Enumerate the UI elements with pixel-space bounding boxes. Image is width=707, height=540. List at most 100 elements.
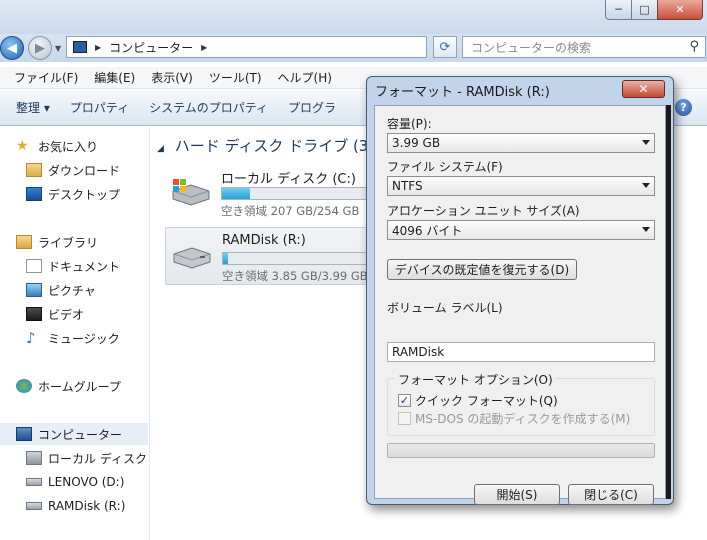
breadcrumb-chevron-icon[interactable]: ▶ — [95, 43, 101, 52]
sidebar-item-libraries[interactable]: ライブラリ — [16, 231, 98, 253]
drive-usage-fill — [222, 188, 251, 199]
desktop-icon — [26, 187, 42, 201]
drive-item-c[interactable]: ローカル ディスク (C:) 空き領域 207 GB/254 GB — [165, 163, 375, 221]
sidebar-item-desktop[interactable]: デスクトップ — [26, 183, 120, 205]
start-button[interactable]: 開始(S) — [474, 484, 560, 505]
sidebar-item-computer[interactable]: コンピューター — [0, 423, 148, 445]
explorer-window: ─ □ ✕ ◀ ▶ ▼ ▶ コンピューター ▶ ▼ ⟳ コンピューターの検索 ⚲… — [0, 0, 707, 540]
sidebar-item-label: ダウンロード — [48, 163, 121, 178]
menu-file[interactable]: ファイル(F) — [6, 69, 86, 86]
quick-format-checkbox[interactable]: ✓ クイック フォーマット(Q) — [398, 392, 558, 409]
checkmark-icon: ✓ — [398, 394, 411, 407]
minimize-button[interactable]: ─ — [605, 0, 632, 20]
windows-drive-icon — [26, 451, 42, 465]
sidebar-item-downloads[interactable]: ダウンロード — [26, 159, 120, 181]
menu-help[interactable]: ヘルプ(H) — [270, 69, 340, 86]
drive-icon — [173, 247, 211, 269]
sidebar-item-label: ライブラリ — [38, 235, 99, 250]
sidebar-item-homegroup[interactable]: ホームグループ — [16, 375, 121, 397]
sidebar-item-lenovo[interactable]: LENOVO (D:) — [26, 471, 124, 493]
sidebar-item-label: LENOVO (D:) — [48, 475, 125, 489]
dropdown-arrow-icon — [642, 183, 650, 188]
sidebar-item-label: ドキュメント — [48, 259, 121, 274]
menu-edit[interactable]: 編集(E) — [86, 69, 143, 86]
allocation-size-select[interactable]: 4096 バイト — [387, 220, 655, 240]
help-icon[interactable]: ? — [675, 99, 692, 116]
sidebar-item-label: ビデオ — [48, 307, 85, 322]
file-system-label: ファイル システム(F) — [387, 160, 503, 174]
menu-view[interactable]: 表示(V) — [143, 69, 201, 86]
volume-label-label: ボリューム ラベル(L) — [387, 301, 503, 315]
volume-label-input[interactable]: RAMDisk — [387, 342, 655, 362]
star-icon: ★ — [16, 138, 29, 154]
menu-tools[interactable]: ツール(T) — [201, 69, 270, 86]
recent-pages-dropdown-icon[interactable]: ▼ — [55, 44, 61, 53]
forward-arrow-icon[interactable]: ▶ — [28, 36, 52, 60]
restore-defaults-button[interactable]: デバイスの既定値を復元する(D) — [387, 259, 577, 280]
group-header-label: ハード ディスク ドライブ (3 — [174, 137, 369, 155]
sidebar-item-music[interactable]: ♪ ミュージック — [26, 327, 120, 349]
dialog-close-button[interactable]: ✕ — [622, 80, 665, 98]
sidebar-item-favorites[interactable]: ★ お気に入り — [16, 135, 98, 157]
sidebar-item-documents[interactable]: ドキュメント — [26, 255, 120, 277]
drive-icon — [26, 478, 42, 486]
sidebar-item-ramdisk[interactable]: RAMDisk (R:) — [26, 495, 125, 517]
collapse-chevron-icon[interactable]: ◢ — [157, 144, 164, 154]
drive-item-r[interactable]: RAMDisk (R:) 空き領域 3.85 GB/3.99 GB — [165, 227, 375, 285]
drive-name: ローカル ディスク (C:) — [221, 172, 356, 187]
sidebar-item-label: ピクチャ — [48, 283, 96, 298]
video-icon — [26, 307, 42, 321]
quick-format-label: クイック フォーマット(Q) — [415, 394, 558, 408]
breadcrumb-computer[interactable]: コンピューター — [109, 39, 193, 56]
capacity-select[interactable]: 3.99 GB — [387, 133, 655, 153]
library-icon — [16, 235, 32, 249]
drive-free-space: 空き領域 207 GB/254 GB — [221, 204, 360, 218]
homegroup-icon — [16, 379, 32, 393]
programs-button[interactable]: プログラ — [278, 99, 346, 116]
drive-name: RAMDisk (R:) — [222, 233, 306, 248]
computer-icon — [16, 427, 32, 441]
sidebar-item-videos[interactable]: ビデオ — [26, 303, 84, 325]
document-icon — [26, 259, 42, 273]
close-button[interactable]: 閉じる(C) — [568, 484, 654, 505]
capacity-value: 3.99 GB — [392, 136, 441, 150]
sidebar-item-label: コンピューター — [38, 427, 123, 442]
sidebar-item-pictures[interactable]: ピクチャ — [26, 279, 96, 301]
group-header[interactable]: ◢ ハード ディスク ドライブ (3 — [157, 135, 368, 156]
maximize-button[interactable]: □ — [631, 0, 658, 20]
sidebar-item-label: ローカル ディスク — [48, 451, 147, 466]
drive-icon — [26, 502, 42, 510]
drive-free-space: 空き領域 3.85 GB/3.99 GB — [222, 269, 368, 283]
properties-button[interactable]: プロパティ — [60, 99, 139, 116]
breadcrumb-chevron-icon[interactable]: ▶ — [201, 43, 207, 52]
file-system-select[interactable]: NTFS — [387, 176, 655, 196]
sidebar-item-label: RAMDisk (R:) — [48, 499, 126, 513]
navigation-pane: ★ お気に入り ダウンロード デスクトップ ライブラリ ドキュメント ピクチャ … — [0, 127, 150, 540]
sidebar-item-label: お気に入り — [38, 139, 99, 154]
capacity-label: 容量(P): — [387, 117, 432, 131]
sidebar-item-local-disk[interactable]: ローカル ディスク — [26, 447, 147, 469]
file-system-value: NTFS — [392, 179, 423, 193]
address-bar[interactable]: ▶ コンピューター ▶ ▼ — [66, 36, 483, 58]
search-placeholder: コンピューターの検索 — [471, 40, 592, 55]
organize-button[interactable]: 整理 ▾ — [6, 99, 60, 116]
computer-icon — [73, 41, 87, 53]
allocation-size-label: アロケーション ユニット サイズ(A) — [387, 204, 580, 218]
system-properties-button[interactable]: システムのプロパティ — [139, 99, 278, 116]
drive-usage-bar — [222, 252, 372, 265]
search-icon[interactable]: ⚲ — [689, 39, 699, 54]
format-progress-bar — [387, 443, 655, 458]
picture-icon — [26, 283, 42, 297]
search-input[interactable]: コンピューターの検索 ⚲ — [462, 36, 706, 58]
refresh-icon[interactable]: ⟳ — [433, 36, 457, 58]
downloads-folder-icon — [26, 163, 42, 177]
close-window-button[interactable]: ✕ — [657, 0, 703, 20]
sidebar-item-label: デスクトップ — [48, 187, 121, 202]
msdos-boot-label: MS-DOS の起動ディスクを作成する(M) — [415, 412, 631, 426]
allocation-size-value: 4096 バイト — [392, 223, 463, 238]
dialog-body: 容量(P): 3.99 GB ファイル システム(F) NTFS アロケーション… — [374, 105, 666, 505]
sidebar-item-label: ホームグループ — [38, 379, 121, 394]
drive-usage-bar — [221, 187, 371, 200]
back-arrow-icon[interactable]: ◀ — [0, 36, 24, 60]
sidebar-item-label: ミュージック — [48, 331, 120, 346]
